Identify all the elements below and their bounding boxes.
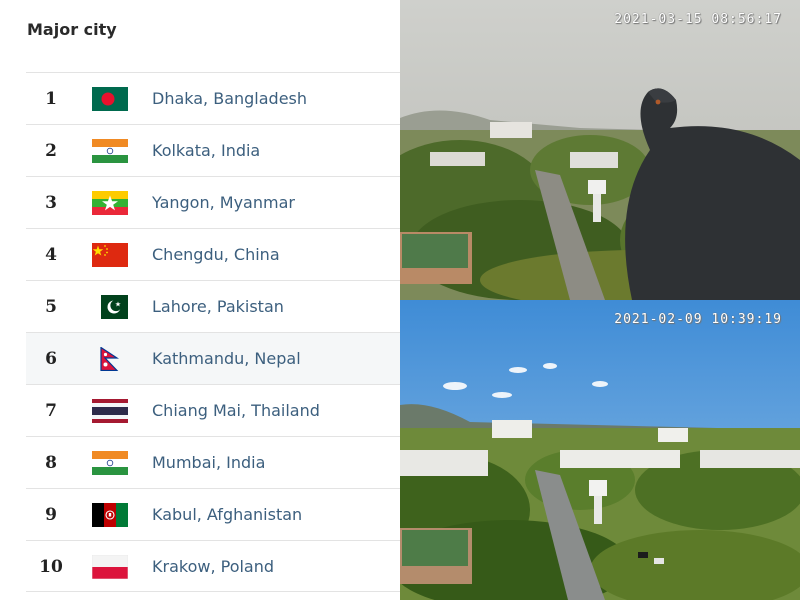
list-item: 6 Kathmandu, Nepal	[26, 332, 400, 384]
rank-number: 1	[45, 89, 57, 109]
list-item: 3 Yangon, Myanmar	[26, 176, 400, 228]
bangladesh-flag-icon	[92, 87, 128, 111]
rank-number: 10	[39, 557, 63, 577]
ranking-heading: Major city	[27, 20, 117, 39]
city-name[interactable]: Kathmandu, Nepal	[152, 333, 301, 385]
webcam-photo-clear: 2021-02-09 10:39:19	[400, 300, 800, 600]
city-name[interactable]: Kolkata, India	[152, 125, 260, 177]
list-item: 10 Krakow, Poland	[26, 540, 400, 592]
city-name[interactable]: Dhaka, Bangladesh	[152, 73, 307, 125]
pakistan-flag-icon	[92, 295, 128, 319]
city-name[interactable]: Chengdu, China	[152, 229, 280, 281]
list-item: 8 Mumbai, India	[26, 436, 400, 488]
rank-number: 3	[45, 193, 57, 213]
poland-flag-icon	[92, 555, 128, 579]
webcam-photo-hazy: 2021-03-15 08:56:17	[400, 0, 800, 300]
rank-number: 7	[45, 401, 57, 421]
rank-number: 6	[45, 349, 57, 369]
rank-number: 2	[45, 141, 57, 161]
list-item: 2 Kolkata, India	[26, 124, 400, 176]
china-flag-icon	[92, 243, 128, 267]
myanmar-flag-icon	[92, 191, 128, 215]
city-name[interactable]: Mumbai, India	[152, 437, 265, 489]
city-name[interactable]: Kabul, Afghanistan	[152, 489, 302, 541]
city-name[interactable]: Lahore, Pakistan	[152, 281, 284, 333]
timestamp-label: 2021-03-15 08:56:17	[614, 12, 782, 27]
rank-number: 9	[45, 505, 57, 525]
list-item: 9 Kabul, Afghanistan	[26, 488, 400, 540]
rank-number: 5	[45, 297, 57, 317]
ranking-list: 1 Dhaka, Bangladesh 2 Kolkata, India 3 Y…	[26, 72, 400, 592]
list-item: 1 Dhaka, Bangladesh	[26, 72, 400, 124]
list-item: 4 Chengdu, China	[26, 228, 400, 280]
india-flag-icon	[92, 139, 128, 163]
clear-city-scene-image	[400, 300, 800, 600]
list-item: 5 Lahore, Pakistan	[26, 280, 400, 332]
hazy-city-scene-image	[400, 0, 800, 300]
city-ranking-panel: Major city 1 Dhaka, Bangladesh 2 Kolkata…	[0, 0, 400, 600]
city-name[interactable]: Yangon, Myanmar	[152, 177, 295, 229]
rank-number: 4	[45, 245, 57, 265]
timestamp-label: 2021-02-09 10:39:19	[614, 312, 782, 327]
rank-number: 8	[45, 453, 57, 473]
list-item: 7 Chiang Mai, Thailand	[26, 384, 400, 436]
india-flag-icon	[92, 451, 128, 475]
afghanistan-flag-icon	[92, 503, 128, 527]
nepal-flag-icon	[92, 347, 128, 371]
thailand-flag-icon	[92, 399, 128, 423]
city-name[interactable]: Krakow, Poland	[152, 541, 274, 593]
city-name[interactable]: Chiang Mai, Thailand	[152, 385, 320, 437]
